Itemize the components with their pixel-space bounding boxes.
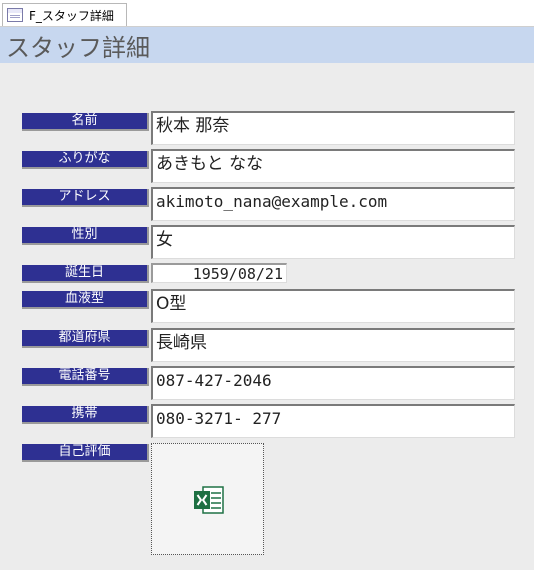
name-field[interactable]: 秋本 那奈 bbox=[151, 111, 515, 145]
excel-file-icon[interactable] bbox=[193, 485, 224, 515]
blood-type-field[interactable]: O型 bbox=[151, 289, 515, 323]
gender-field[interactable]: 女 bbox=[151, 225, 515, 259]
label-blood: 血液型 bbox=[22, 291, 149, 309]
phone-field[interactable]: 087-427-2046 bbox=[151, 366, 515, 400]
label-name: 名前 bbox=[22, 113, 149, 131]
furigana-field[interactable]: あきもと なな bbox=[151, 149, 515, 183]
label-prefecture: 都道府県 bbox=[22, 330, 149, 348]
tab-bar: F_スタッフ詳細 bbox=[0, 0, 534, 27]
label-mobile: 携帯 bbox=[22, 406, 149, 424]
birthday-field[interactable]: 1959/08/21 bbox=[151, 263, 287, 283]
label-birthday: 誕生日 bbox=[22, 265, 149, 283]
mobile-field[interactable]: 080-3271- 277 bbox=[151, 404, 515, 438]
label-gender: 性別 bbox=[22, 227, 149, 245]
label-phone: 電話番号 bbox=[22, 368, 149, 386]
form-header: スタッフ詳細 bbox=[0, 27, 534, 63]
label-evaluation: 自己評価 bbox=[22, 444, 149, 462]
tab-f-staff-detail[interactable]: F_スタッフ詳細 bbox=[2, 3, 127, 26]
label-address: アドレス bbox=[22, 189, 149, 207]
form-icon bbox=[7, 8, 23, 22]
page-title: スタッフ詳細 bbox=[6, 33, 150, 62]
tab-label: F_スタッフ詳細 bbox=[29, 8, 114, 23]
address-field[interactable]: akimoto_nana@example.com bbox=[151, 187, 515, 221]
evaluation-attachment[interactable] bbox=[151, 443, 264, 555]
prefecture-field[interactable]: 長崎県 bbox=[151, 328, 515, 362]
label-furigana: ふりがな bbox=[22, 151, 149, 169]
